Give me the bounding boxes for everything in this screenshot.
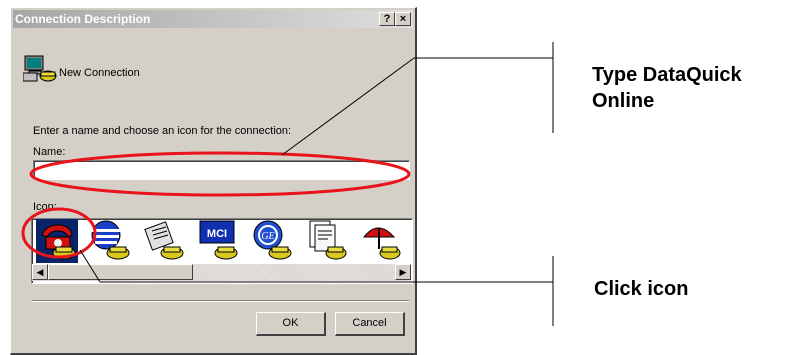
icon-pointer-line <box>79 249 101 283</box>
icon-highlight <box>21 207 97 259</box>
callout-top-line2: Online <box>592 90 655 112</box>
type-name-callout: Type DataQuick Online <box>592 62 742 114</box>
name-field-highlight <box>29 151 411 197</box>
click-icon-callout: Click icon <box>594 278 689 300</box>
callout-top-line1: Type DataQuick <box>592 64 742 86</box>
name-pointer-line <box>281 57 415 156</box>
